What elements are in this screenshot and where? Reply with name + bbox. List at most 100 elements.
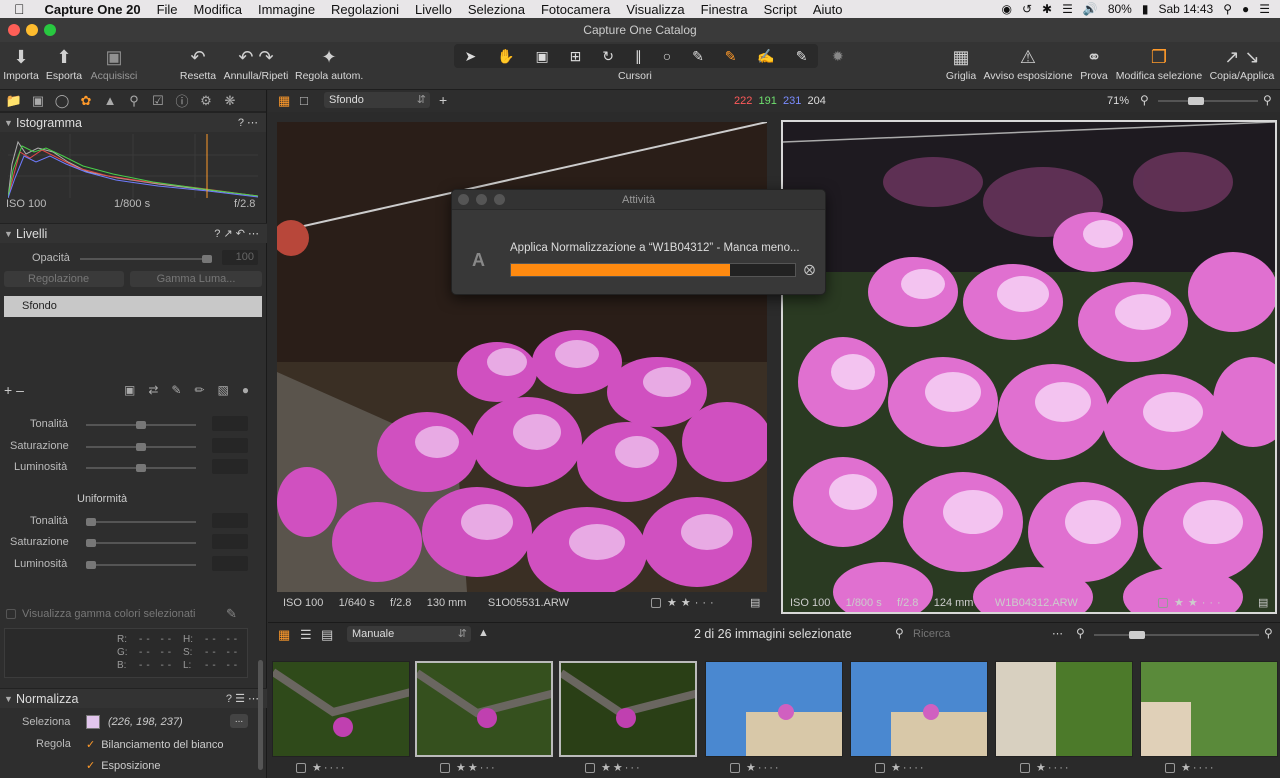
capture-tab-icon[interactable]: ▣ [28, 93, 48, 109]
hue-slider-knob[interactable] [136, 421, 146, 429]
uniformity-lightness-slider[interactable] [86, 561, 196, 569]
notification-center-icon[interactable]: ☰ [1259, 2, 1270, 16]
menu-aiuto[interactable]: Aiuto [805, 2, 851, 17]
thumbnail-1[interactable] [272, 661, 410, 757]
tool-panel-scrollbar[interactable] [258, 660, 263, 770]
thumbnail-4-checkbox[interactable] [730, 763, 740, 774]
reset-button[interactable]: ↶ Resetta [178, 44, 218, 82]
time-machine-icon[interactable]: ↺ [1022, 2, 1032, 16]
white-balance-checkbox[interactable]: ✓ Bilanciamento del bianco [86, 738, 224, 751]
exposure-tab-icon[interactable]: ▲ [100, 93, 120, 108]
thumbnail-3-rating[interactable]: ★★··· [585, 761, 642, 774]
uniformity-hue-value[interactable] [212, 513, 248, 528]
color-picker-icon[interactable]: ✎ [226, 606, 237, 622]
opacity-value[interactable]: 100 [222, 250, 258, 265]
adjustments-tab-icon[interactable]: ☑ [148, 93, 168, 109]
thumbnail-7-checkbox[interactable] [1165, 763, 1175, 774]
zoom-slider[interactable] [1158, 97, 1258, 105]
layer-tool-icons[interactable]: ▣⇄✎✏▧● [124, 383, 262, 397]
menu-livello[interactable]: Livello [407, 2, 460, 17]
library-tab-icon[interactable]: 📁 [4, 93, 24, 109]
lightness-slider[interactable] [86, 464, 196, 472]
multi-view-icon[interactable]: ▦ [278, 93, 290, 109]
hue-value[interactable] [212, 416, 248, 431]
add-layer-button[interactable]: + – [4, 382, 24, 398]
thumbnail-size-knob[interactable] [1129, 631, 1145, 639]
normalize-actions[interactable]: ? ☰ ⋯ [226, 692, 259, 705]
adjustment-dropdown[interactable]: Regolazione [4, 271, 124, 287]
thumbnail-2-checkbox[interactable] [440, 763, 450, 774]
menu-immagine[interactable]: Immagine [250, 2, 323, 17]
sort-dropdown[interactable]: Manuale ⇵ [347, 626, 471, 642]
rotate-cursor-icon[interactable]: ↻ [602, 48, 614, 65]
thumb-zoom-in-icon[interactable]: ⚲ [1264, 626, 1273, 640]
left-badge-icon[interactable]: ▤ [750, 596, 760, 609]
thumb-zoom-out-icon[interactable]: ⚲ [1076, 626, 1085, 640]
thumbnail-5-checkbox[interactable] [875, 763, 885, 774]
thumbnail-7-rating[interactable]: ★···· [1165, 761, 1216, 774]
auto-adjust-button[interactable]: ✦ Regola autom. [295, 44, 363, 82]
undo-redo-button[interactable]: ↶ ↷ Annulla/Ripeti [223, 44, 289, 82]
activity-close-button[interactable] [458, 194, 469, 205]
copy-apply-button[interactable]: ↗ ↘ Copia/Applica [1208, 44, 1276, 82]
crop-cursor-icon[interactable]: ⊞ [570, 48, 582, 65]
thumbnail-6[interactable] [995, 661, 1133, 757]
thumbnail-4-rating[interactable]: ★···· [730, 761, 781, 774]
search-input[interactable] [913, 626, 1063, 642]
left-rating[interactable]: ★★··· [651, 596, 718, 609]
saturation-value[interactable] [212, 438, 248, 453]
normalize-picker-icon[interactable]: ✎ [725, 48, 737, 65]
export-button[interactable]: ⬆ Esporta [44, 44, 84, 82]
saturation-slider[interactable] [86, 443, 196, 451]
clock[interactable]: Sab 14:43 [1158, 2, 1213, 16]
uniformity-saturation-slider[interactable] [86, 539, 196, 547]
zoom-slider-knob[interactable] [1188, 97, 1204, 105]
menu-app-name[interactable]: Capture One 20 [37, 2, 149, 17]
details-tab-icon[interactable]: ⚲ [124, 93, 144, 109]
thumbnail-5[interactable] [850, 661, 988, 757]
exposure-warning-button[interactable]: ⚠ Avviso esposizione [982, 44, 1074, 82]
menu-script[interactable]: Script [756, 2, 805, 17]
menu-file[interactable]: File [149, 2, 186, 17]
lightness-value[interactable] [212, 459, 248, 474]
opacity-slider[interactable] [80, 255, 212, 263]
thumbnail-5-rating[interactable]: ★···· [875, 761, 926, 774]
lens-tab-icon[interactable]: ◯ [52, 93, 72, 109]
color-tab-icon[interactable]: ✿ [76, 93, 96, 109]
grid-button[interactable]: ▦ Griglia [943, 44, 979, 82]
filmstrip-view-icon[interactable]: ▤ [321, 627, 333, 643]
thumbnail-4[interactable] [705, 661, 843, 757]
zoom-level[interactable]: 71% [1107, 95, 1129, 107]
uniformity-lightness-value[interactable] [212, 556, 248, 571]
uniformity-saturation-knob[interactable] [86, 539, 96, 547]
siri-icon[interactable]: ● [1242, 2, 1249, 16]
histogram-header[interactable]: ▼ Istogramma ? ⋯ [0, 112, 266, 132]
normalize-header[interactable]: ▼ Normalizza ? ☰ ⋯ [0, 688, 267, 708]
show-gamut-checkbox[interactable]: Visualizza gamma colori selezionati [6, 608, 195, 620]
right-select-checkbox[interactable] [1158, 598, 1168, 609]
menu-seleziona[interactable]: Seleziona [460, 2, 533, 17]
cancel-activity-icon[interactable]: ⨂ [804, 263, 815, 276]
select-cursor-icon[interactable]: ➤ [464, 48, 476, 65]
activity-zoom-button[interactable] [494, 194, 505, 205]
layer-row-background[interactable]: Sfondo [4, 296, 262, 317]
thumbnail-size-slider[interactable] [1094, 631, 1259, 639]
spot-cursor-icon[interactable]: ○ [663, 48, 671, 64]
keystone-cursor-icon[interactable]: ∥ [635, 48, 642, 65]
uniformity-saturation-value[interactable] [212, 534, 248, 549]
edit-selection-button[interactable]: ❐ Modifica selezione [1114, 44, 1204, 82]
menu-modifica[interactable]: Modifica [186, 2, 250, 17]
left-select-checkbox[interactable] [651, 598, 661, 609]
capture-button[interactable]: ▣ Acquisisci [90, 44, 138, 82]
minimize-window-button[interactable] [26, 24, 38, 36]
opacity-slider-knob[interactable] [202, 255, 212, 263]
spotlight-icon[interactable]: ⚲ [1223, 2, 1232, 16]
uniformity-lightness-knob[interactable] [86, 561, 96, 569]
menu-finestra[interactable]: Finestra [693, 2, 756, 17]
single-view-icon[interactable]: □ [300, 93, 308, 108]
picker-cursor-icon[interactable]: ✎ [692, 48, 704, 65]
batch-tab-icon[interactable]: ❋ [220, 93, 240, 109]
eraser-cursor-icon[interactable]: ✎ [796, 48, 808, 65]
thumbnail-1-checkbox[interactable] [296, 763, 306, 774]
creative-cloud-icon[interactable]: ◉ [1002, 2, 1012, 16]
